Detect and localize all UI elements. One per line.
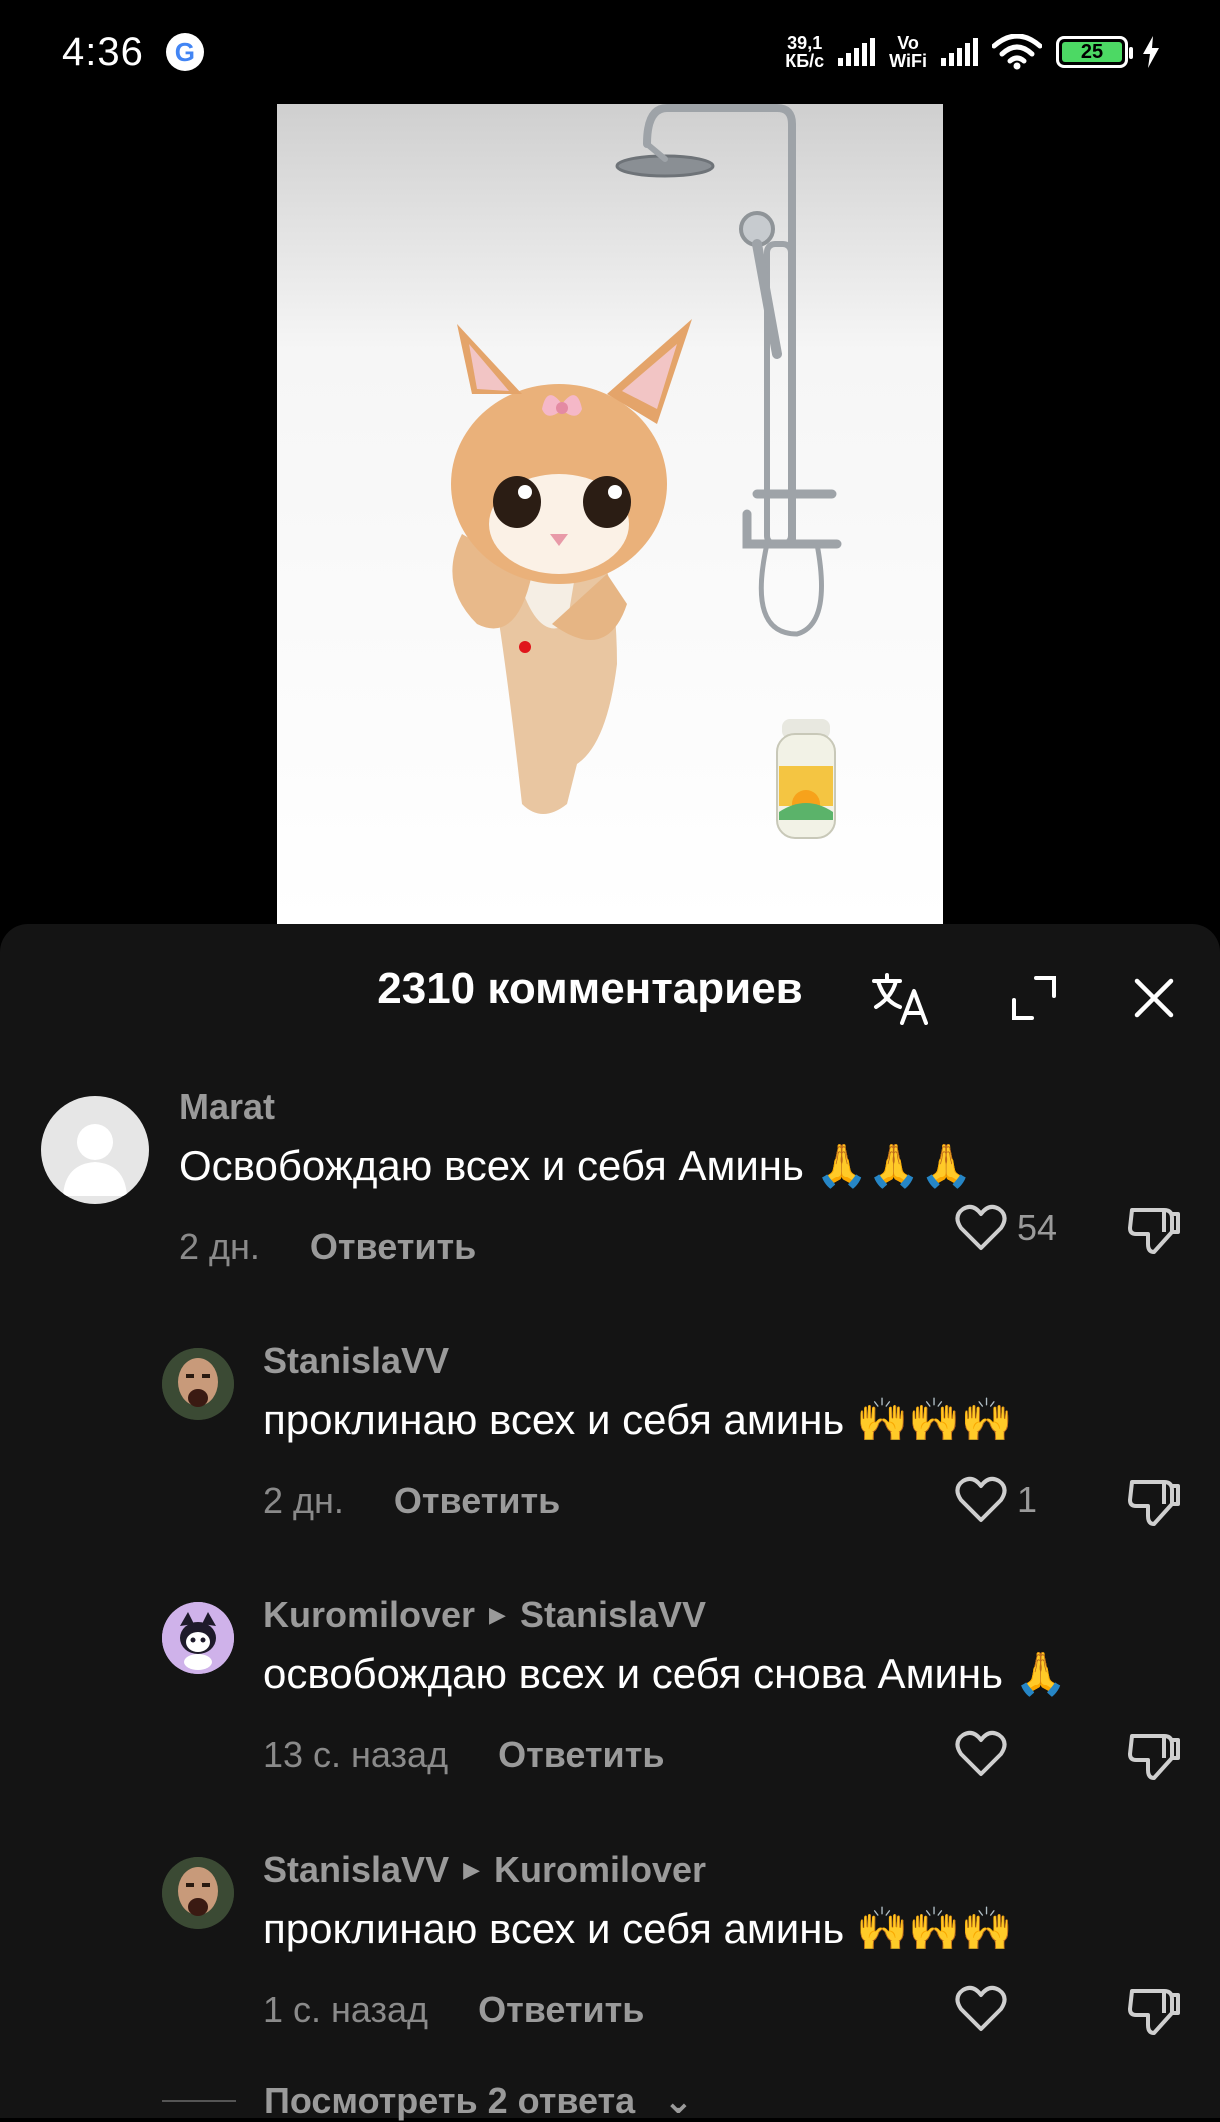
- comment-body: StanislaVV ▶ Kuromilover проклинаю всех …: [263, 1849, 1013, 1954]
- reply-button[interactable]: Ответить: [478, 1989, 644, 2031]
- close-icon[interactable]: [1124, 968, 1184, 1028]
- comment-text: Освобождаю всех и себя Аминь 🙏🙏🙏: [179, 1142, 973, 1189]
- battery-icon: 25: [1056, 36, 1133, 68]
- video-player[interactable]: [277, 104, 943, 924]
- dislike-button[interactable]: [1128, 1985, 1180, 2042]
- chevron-down-icon: ⌄: [663, 2080, 694, 2121]
- translate-icon[interactable]: [869, 968, 929, 1028]
- username-text[interactable]: Kuromilover: [263, 1594, 475, 1636]
- username-text[interactable]: Marat: [179, 1086, 275, 1128]
- heart-icon: [955, 1730, 1007, 1776]
- comment-time: 2 дн.: [263, 1480, 344, 1521]
- thumbs-down-icon: [1128, 1989, 1180, 2035]
- cat-sticker: [451, 319, 692, 814]
- dislike-button[interactable]: [1128, 1204, 1180, 1261]
- network-speed-value: 39,1: [787, 33, 823, 53]
- comment-text: проклинаю всех и себя аминь 🙌🙌🙌: [263, 1396, 1013, 1443]
- reply-arrow-icon: ▶: [489, 1602, 506, 1627]
- heart-icon: [955, 1476, 1007, 1522]
- thumbs-down-icon: [1128, 1208, 1180, 1254]
- avatar[interactable]: [41, 1096, 149, 1204]
- reply-button[interactable]: Ответить: [498, 1734, 664, 1776]
- heart-icon: [955, 1204, 1007, 1250]
- like-count: 1: [1017, 1479, 1038, 1520]
- view-replies-button[interactable]: Посмотреть 2 ответа ⌄: [162, 2080, 693, 2122]
- reply-button[interactable]: Ответить: [394, 1480, 560, 1522]
- dislike-button[interactable]: [1128, 1476, 1180, 1533]
- username-text[interactable]: StanislaVV: [263, 1340, 449, 1382]
- cell-signal-2-icon: [941, 38, 978, 66]
- comment-text: проклинаю всех и себя аминь 🙌🙌🙌: [263, 1905, 1013, 1952]
- comment-meta: 2 дн. Ответить: [179, 1226, 476, 1268]
- comment-username[interactable]: StanislaVV: [263, 1340, 1013, 1382]
- comment-body: Kuromilover ▶ StanislaVV освобождаю всех…: [263, 1594, 1067, 1699]
- network-speed-unit: КБ/с: [785, 51, 825, 71]
- clock: 4:36: [62, 29, 144, 74]
- vowifi-icon: Vo WiFi: [889, 34, 927, 70]
- view-replies-label[interactable]: Посмотреть 2 ответа: [264, 2080, 635, 2122]
- comment-username[interactable]: Marat: [179, 1086, 972, 1128]
- comment-username[interactable]: StanislaVV ▶ Kuromilover: [263, 1849, 1013, 1891]
- comment-text: освобождаю всех и себя снова Аминь 🙏: [263, 1650, 1067, 1697]
- comments-header: 2310 комментариев: [0, 964, 1220, 1034]
- like-button[interactable]: [955, 1985, 1017, 2033]
- video-scene: [451, 104, 842, 839]
- reply-arrow-icon: ▶: [463, 1857, 481, 1882]
- expand-icon[interactable]: [1004, 968, 1064, 1028]
- reply-to-username[interactable]: Kuromilover: [494, 1849, 706, 1891]
- comment-time: 1 с. назад: [263, 1989, 429, 2030]
- battery-level: 25: [1062, 41, 1122, 63]
- divider-line: [162, 2100, 236, 2102]
- comment-meta: 1 с. назад Ответить: [263, 1989, 644, 2031]
- google-icon: G: [165, 33, 204, 71]
- comment-meta: 13 с. назад Ответить: [263, 1734, 664, 1776]
- comment-time: 2 дн.: [179, 1226, 260, 1267]
- charging-icon: [1143, 36, 1159, 68]
- comment-body: StanislaVV проклинаю всех и себя аминь 🙌…: [263, 1340, 1013, 1445]
- reply-button[interactable]: Ответить: [310, 1226, 476, 1268]
- avatar[interactable]: [162, 1348, 234, 1420]
- wifi-icon: [992, 34, 1042, 70]
- like-button[interactable]: [955, 1730, 1017, 1778]
- thumbs-down-icon: [1128, 1734, 1180, 1780]
- status-left: 4:36 G: [62, 30, 204, 75]
- status-right: 39,1 КБ/с Vo WiFi 25: [785, 34, 1160, 70]
- thumbs-down-icon: [1128, 1480, 1180, 1526]
- status-bar: 4:36 G 39,1 КБ/с Vo WiFi 25: [0, 0, 1220, 104]
- comment-username[interactable]: Kuromilover ▶ StanislaVV: [263, 1594, 1067, 1636]
- vowifi-top: Vo: [897, 33, 919, 53]
- dislike-button[interactable]: [1128, 1730, 1180, 1787]
- avatar[interactable]: [162, 1857, 234, 1929]
- avatar[interactable]: [162, 1602, 234, 1674]
- shampoo-bottle: [776, 719, 836, 839]
- vowifi-bottom: WiFi: [889, 51, 927, 71]
- like-button[interactable]: 54: [955, 1204, 1057, 1252]
- network-speed: 39,1 КБ/с: [785, 34, 824, 70]
- username-text[interactable]: StanislaVV: [263, 1849, 449, 1891]
- comment-time: 13 с. назад: [263, 1734, 449, 1775]
- comment-meta: 2 дн. Ответить: [263, 1480, 560, 1522]
- heart-icon: [955, 1985, 1007, 2031]
- comment-body: Marat Освобождаю всех и себя Аминь 🙏🙏🙏: [179, 1086, 972, 1191]
- like-count: 54: [1017, 1207, 1058, 1248]
- reply-to-username[interactable]: StanislaVV: [520, 1594, 706, 1636]
- cell-signal-icon: [838, 38, 876, 66]
- like-button[interactable]: 1: [955, 1476, 1037, 1524]
